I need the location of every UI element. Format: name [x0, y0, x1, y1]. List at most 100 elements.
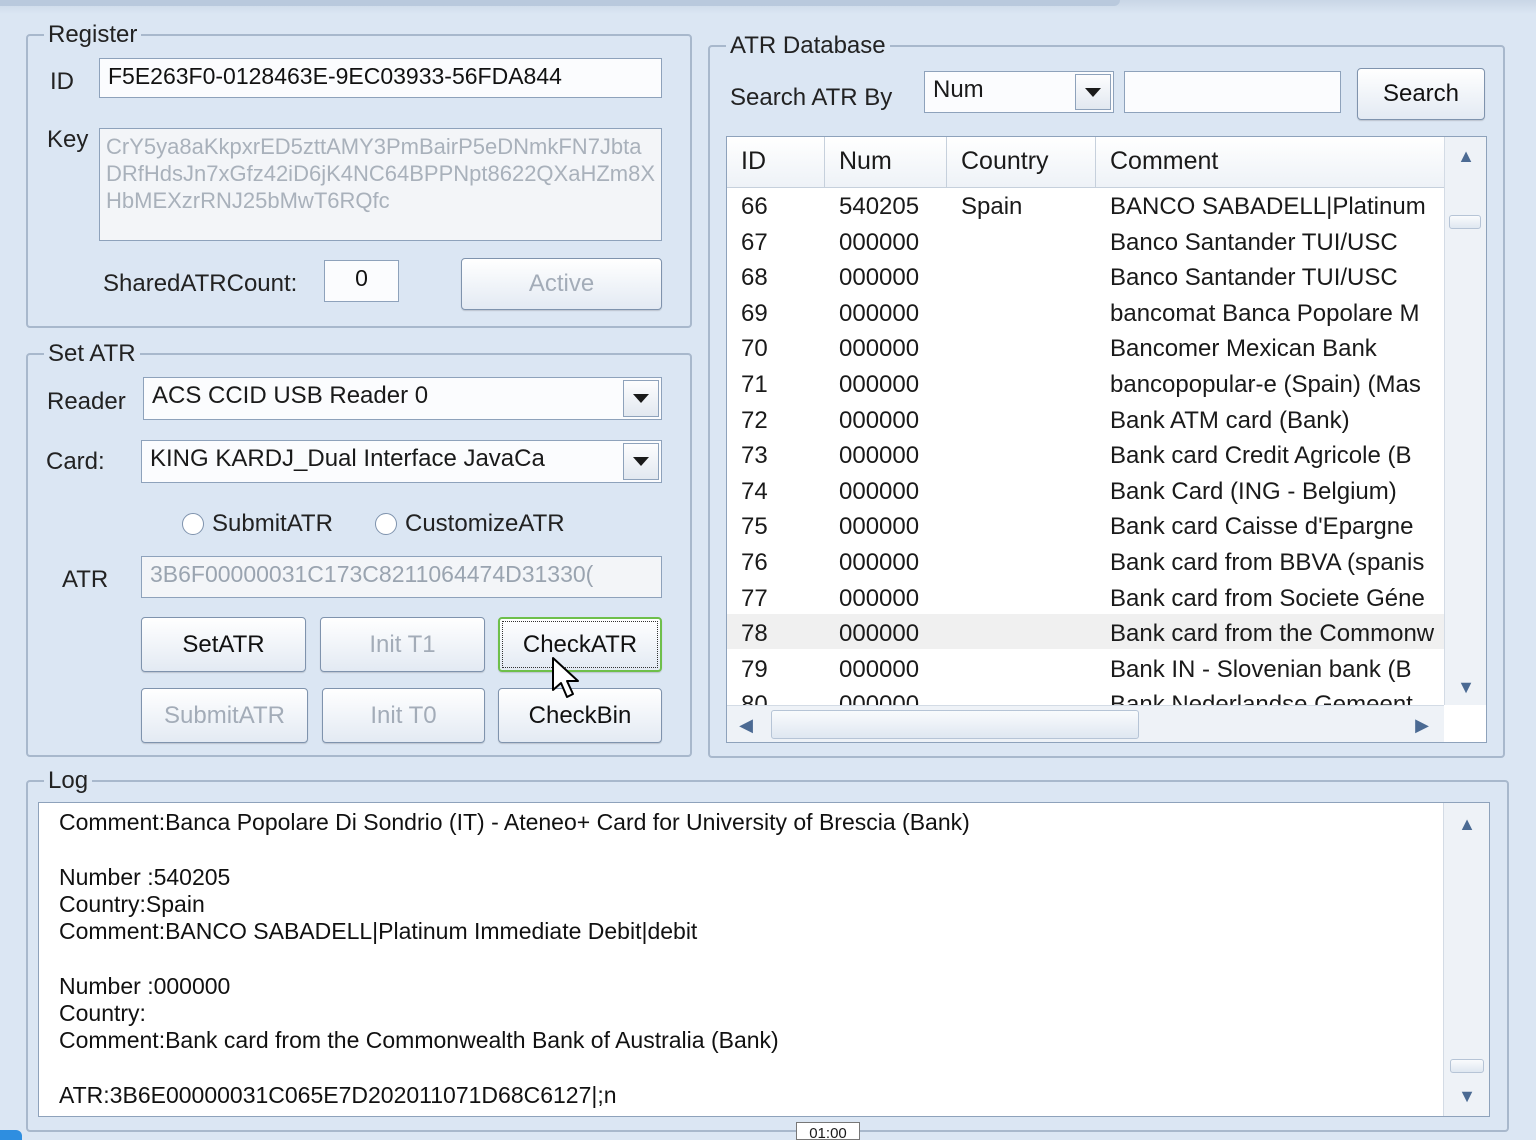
table-row[interactable]: 73 000000 Bank card Credit Agricole (B — [727, 436, 1444, 471]
key-field[interactable]: CrY5ya8aKkpxrED5zttAMY3PmBairP5eDNmkFN7J… — [99, 128, 662, 241]
cell-comment: Bank card from the Commonw — [1110, 620, 1435, 648]
log-line: Comment:BANCO SABADELL|Platinum Immediat… — [59, 918, 698, 945]
card-select[interactable]: KING KARDJ_Dual Interface JavaCa — [141, 440, 662, 483]
set-atr-legend: Set ATR — [44, 340, 140, 368]
chevron-down-icon — [1085, 87, 1101, 97]
id-field[interactable]: F5E263F0-0128463E-9EC03933-56FDA844 — [99, 58, 662, 98]
cell-country — [947, 329, 1096, 364]
log-line: Number :000000 — [59, 972, 231, 999]
shared-atr-count-label: SharedATRCount: — [103, 270, 298, 297]
cell-num: 000000 — [839, 264, 920, 292]
search-button[interactable]: Search — [1357, 68, 1485, 120]
cell-comment: Bank card Caisse d'Epargne — [1110, 513, 1414, 541]
init-t1-button[interactable]: Init T1 — [320, 617, 485, 672]
cell-id: 74 — [741, 477, 768, 505]
table-vertical-scroll-thumb[interactable] — [1449, 215, 1481, 229]
column-header-country[interactable]: Country — [947, 137, 1096, 187]
taskbar-corner — [0, 1130, 22, 1140]
table-row[interactable]: 78 000000 Bank card from the Commonw — [727, 614, 1444, 650]
chevron-down-icon — [633, 394, 649, 403]
table-row[interactable]: 70 000000 Bancomer Mexican Bank — [727, 329, 1444, 364]
scroll-right-icon[interactable]: ▶ — [1407, 710, 1437, 740]
cell-id: 72 — [741, 406, 768, 434]
cell-num: 000000 — [839, 299, 920, 327]
table-row[interactable]: 68 000000 Banco Santander TUI/USC — [727, 258, 1444, 293]
log-line: Comment:Bank card from the Commonwealth … — [59, 1027, 779, 1054]
shared-atr-count-field[interactable]: 0 — [324, 260, 399, 302]
cell-id: 69 — [741, 299, 768, 327]
cell-country — [947, 401, 1096, 436]
init-t0-button[interactable]: Init T0 — [322, 688, 485, 743]
table-row[interactable]: 72 000000 Bank ATM card (Bank) — [727, 401, 1444, 436]
atr-table: ID Num Country Comment 66 540205 Spain BANC… — [726, 136, 1487, 743]
table-row[interactable]: 74 000000 Bank Card (ING - Belgium) — [727, 472, 1444, 507]
column-header-num[interactable]: Num — [825, 137, 947, 187]
key-label: Key — [47, 126, 89, 153]
table-row[interactable]: 67 000000 Banco Santander TUI/USC — [727, 223, 1444, 258]
atr-database-legend: ATR Database — [726, 32, 890, 60]
table-row[interactable]: 76 000000 Bank card from BBVA (spanis — [727, 543, 1444, 578]
cell-comment: Bank card from Societe Géne — [1110, 584, 1425, 612]
atr-field[interactable]: 3B6F00000031C173C8211064474D31330( — [141, 556, 662, 598]
active-button[interactable]: Active — [461, 258, 662, 310]
submit-atr-button[interactable]: SubmitATR — [141, 688, 308, 743]
reader-dropdown-button[interactable] — [623, 380, 659, 417]
cell-id: 77 — [741, 584, 768, 612]
log-textarea[interactable]: Comment:Banca Popolare Di Sondrio (IT) -… — [38, 802, 1490, 1117]
table-row[interactable]: 75 000000 Bank card Caisse d'Epargne — [727, 507, 1444, 542]
cell-comment: BANCO SABADELL|Platinum — [1110, 193, 1426, 220]
reader-label: Reader — [47, 388, 126, 415]
table-row[interactable]: 66 540205 Spain BANCO SABADELL|Platinum — [727, 187, 1444, 222]
table-vertical-scrollbar[interactable]: ▲ ▼ — [1444, 137, 1486, 705]
table-row[interactable]: 71 000000 bancopopular-e (Spain) (Mas — [727, 365, 1444, 400]
column-header-id[interactable]: ID — [727, 137, 825, 187]
cell-country — [947, 258, 1096, 293]
search-by-select[interactable]: Num — [924, 71, 1114, 113]
log-vertical-scrollbar[interactable]: ▲ ▼ — [1443, 803, 1489, 1116]
cell-country — [947, 614, 1096, 649]
cell-num: 000000 — [839, 442, 920, 470]
cell-num: 000000 — [839, 335, 920, 363]
card-dropdown-button[interactable] — [623, 443, 659, 480]
radio-circle-icon — [182, 513, 204, 535]
customize-atr-radio[interactable]: CustomizeATR — [375, 510, 565, 538]
cell-id: 75 — [741, 513, 768, 541]
scroll-down-icon[interactable]: ▼ — [1445, 672, 1486, 702]
cell-country — [947, 294, 1096, 329]
card-select-value: KING KARDJ_Dual Interface JavaCa — [150, 445, 545, 472]
cell-num: 000000 — [839, 477, 920, 505]
cell-country — [947, 507, 1096, 542]
cell-num: 000000 — [839, 228, 920, 256]
cell-country — [947, 543, 1096, 578]
log-line: ATR:3B6E00000031C065E7D202011071D68C6127… — [59, 1082, 617, 1108]
set-atr-button[interactable]: SetATR — [141, 617, 306, 672]
column-header-comment[interactable]: Comment — [1096, 137, 1444, 187]
cell-id: 71 — [741, 371, 768, 398]
cell-id: 67 — [741, 228, 768, 256]
table-row[interactable]: 79 000000 Bank IN - Slovenian bank (B — [727, 650, 1444, 685]
cell-comment: Bank card Credit Agricole (B — [1110, 442, 1412, 470]
cell-comment: Bank Card (ING - Belgium) — [1110, 477, 1397, 505]
log-vertical-scroll-thumb[interactable] — [1450, 1059, 1484, 1073]
scroll-left-icon[interactable]: ◀ — [731, 710, 761, 740]
cell-country — [947, 365, 1096, 400]
cell-comment: Bank card from BBVA (spanis — [1110, 549, 1425, 576]
table-row[interactable]: 69 000000 bancomat Banca Popolare M — [727, 294, 1444, 329]
log-line: Comment:Banca Popolare Di Sondrio (IT) -… — [59, 809, 970, 835]
table-horizontal-scroll-thumb[interactable] — [771, 710, 1139, 739]
atr-table-header: ID Num Country Comment — [727, 137, 1444, 188]
scroll-down-icon[interactable]: ▼ — [1444, 1081, 1489, 1111]
search-input[interactable] — [1124, 71, 1341, 113]
cell-id: 78 — [741, 620, 768, 648]
reader-select[interactable]: ACS CCID USB Reader 0 — [143, 377, 662, 420]
scroll-up-icon[interactable]: ▲ — [1445, 141, 1486, 171]
scroll-up-icon[interactable]: ▲ — [1444, 809, 1489, 839]
cell-country — [947, 436, 1096, 471]
table-row[interactable]: 77 000000 Bank card from Societe Géne — [727, 579, 1444, 614]
card-label: Card: — [46, 448, 105, 475]
submit-atr-radio[interactable]: SubmitATR — [182, 510, 333, 538]
table-horizontal-scrollbar[interactable]: ◀ ▶ — [727, 705, 1444, 742]
window-top-strip — [0, 0, 1536, 14]
search-by-dropdown-button[interactable] — [1075, 74, 1111, 110]
chevron-down-icon — [633, 457, 649, 466]
